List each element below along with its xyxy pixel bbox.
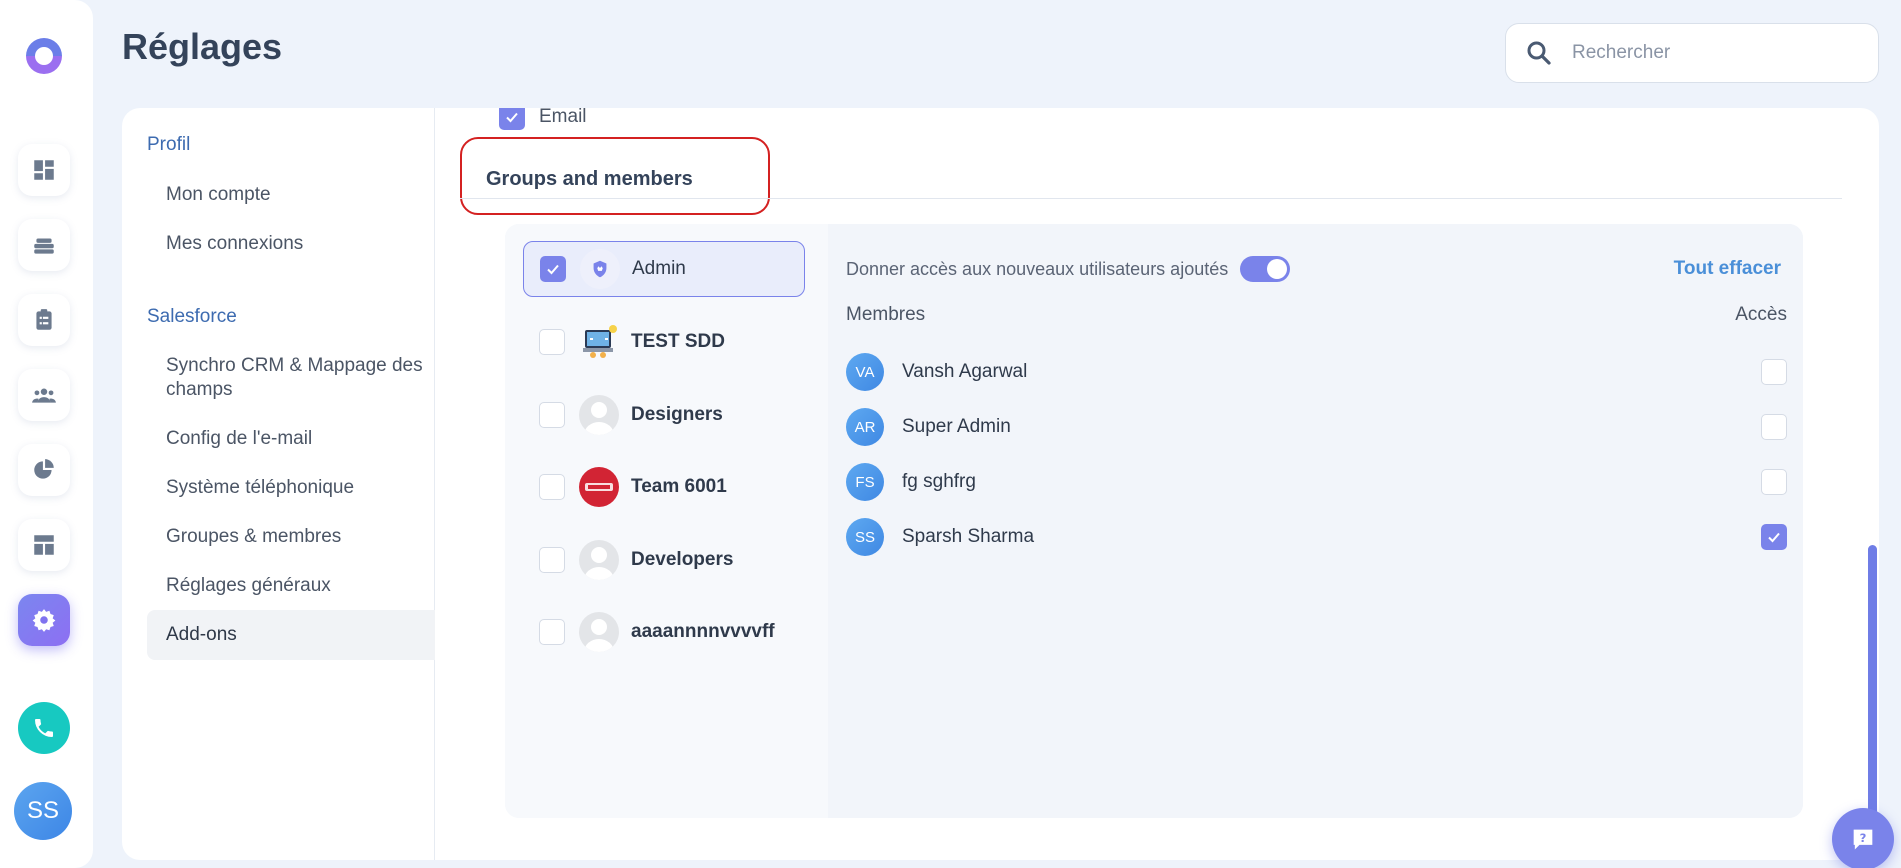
menu-item-groupes-membres[interactable]: Groupes & membres: [147, 525, 435, 549]
help-chat-icon: ?: [1853, 829, 1873, 850]
group-item-team-6001[interactable]: Team 6001: [523, 459, 805, 515]
member-access-checkbox[interactable]: [1761, 524, 1787, 550]
member-avatar: AR: [846, 408, 884, 446]
group-name: Developers: [631, 549, 734, 570]
member-row: SS Sparsh Sharma: [846, 517, 1787, 557]
menu-item-config-email[interactable]: Config de l'e-mail: [147, 427, 435, 451]
group-item-admin[interactable]: Admin: [523, 241, 805, 297]
group-name: TEST SDD: [631, 331, 725, 352]
group-name: Designers: [631, 404, 723, 425]
new-users-access-label: Donner accès aux nouveaux utilisateurs a…: [846, 258, 1229, 279]
team-icon[interactable]: [18, 369, 70, 421]
group-item-designers[interactable]: Designers: [523, 387, 805, 443]
member-avatar: VA: [846, 353, 884, 391]
shield-icon: [580, 249, 620, 289]
svg-text:?: ?: [1860, 831, 1867, 845]
check-icon: [547, 264, 559, 275]
member-name: Vansh Agarwal: [902, 361, 1028, 382]
new-users-access-row: Donner accès aux nouveaux utilisateurs a…: [846, 256, 1291, 282]
default-avatar-icon: [579, 612, 619, 652]
menu-section-profil: Profil: [147, 134, 191, 155]
default-avatar-icon: [579, 540, 619, 580]
group-checkbox[interactable]: [539, 329, 565, 355]
clear-all-link[interactable]: Tout effacer: [1674, 258, 1781, 280]
member-name: fg sghfrg: [902, 471, 976, 492]
menu-item-mes-connexions[interactable]: Mes connexions: [147, 232, 435, 256]
menu-item-systeme-telephonique[interactable]: Système téléphonique: [147, 476, 435, 500]
email-option: Email: [485, 108, 587, 130]
group-checkbox[interactable]: [540, 256, 566, 282]
pie-chart-icon[interactable]: [18, 444, 70, 496]
phone-icon: [35, 719, 53, 737]
menu-item-synchro-crm[interactable]: Synchro CRM & Mappage des champs: [147, 354, 435, 402]
settings-side-menu: Profil Mon compte Mes connexions Salesfo…: [122, 108, 435, 860]
email-checkbox[interactable]: [499, 108, 525, 130]
layout-icon[interactable]: [18, 519, 70, 571]
member-row: VA Vansh Agarwal: [846, 352, 1787, 392]
team-logo-icon: [579, 467, 619, 507]
member-access-checkbox[interactable]: [1761, 414, 1787, 440]
app-logo-icon[interactable]: [20, 32, 68, 80]
members-pane: Donner accès aux nouveaux utilisateurs a…: [828, 224, 1803, 818]
group-checkbox[interactable]: [539, 619, 565, 645]
menu-item-mon-compte[interactable]: Mon compte: [147, 183, 435, 207]
member-row: FS fg sghfrg: [846, 462, 1787, 502]
group-checkbox[interactable]: [539, 474, 565, 500]
member-avatar: FS: [846, 463, 884, 501]
group-item-aaaannnnvvvvff[interactable]: aaaannnnvvvvff: [523, 604, 805, 660]
access-header: Accès: [1735, 304, 1787, 325]
members-header: Membres: [846, 304, 926, 325]
user-avatar[interactable]: SS: [14, 782, 72, 840]
member-access-checkbox[interactable]: [1761, 359, 1787, 385]
settings-content: Email Groups and members Admin TEST SDD …: [435, 108, 1879, 860]
section-title: Groups and members: [486, 168, 693, 190]
member-access-checkbox[interactable]: [1761, 469, 1787, 495]
left-rail: SS: [0, 0, 93, 868]
member-row: AR Super Admin: [846, 407, 1787, 447]
help-chat-button[interactable]: ?: [1832, 808, 1894, 868]
check-icon: [506, 112, 518, 123]
member-name: Sparsh Sharma: [902, 526, 1035, 547]
group-name: aaaannnnvvvvff: [631, 621, 775, 642]
check-icon: [1768, 532, 1780, 543]
search-icon: [1527, 41, 1551, 65]
section-divider: [460, 198, 1842, 199]
default-avatar-icon: [579, 395, 619, 435]
search-input[interactable]: [1572, 42, 1852, 64]
settings-card: Profil Mon compte Mes connexions Salesfo…: [122, 108, 1879, 860]
search-box[interactable]: [1505, 23, 1879, 83]
member-name: Super Admin: [902, 416, 1011, 437]
page-title: Réglages: [122, 26, 283, 67]
menu-section-salesforce: Salesforce: [147, 306, 237, 327]
group-checkbox[interactable]: [539, 402, 565, 428]
new-users-access-toggle[interactable]: [1240, 256, 1291, 282]
group-name: Team 6001: [631, 476, 727, 497]
group-checkbox[interactable]: [539, 547, 565, 573]
group-name: Admin: [632, 258, 686, 279]
member-avatar: SS: [846, 518, 884, 556]
menu-item-add-ons[interactable]: Add-ons: [147, 610, 435, 660]
settings-icon[interactable]: [18, 594, 70, 646]
email-label: Email: [539, 108, 587, 127]
group-item-developers[interactable]: Developers: [523, 532, 805, 588]
page-scrollbar[interactable]: [1868, 545, 1877, 850]
menu-item-reglages-generaux[interactable]: Réglages généraux: [147, 574, 435, 598]
layers-icon[interactable]: [18, 219, 70, 271]
group-item-test-sdd[interactable]: TEST SDD: [523, 314, 805, 370]
phone-button[interactable]: [18, 702, 70, 754]
group-list: Admin TEST SDD Designers Team 6001 Devel…: [505, 224, 828, 818]
dashboard-icon[interactable]: [18, 144, 70, 196]
clipboard-icon[interactable]: [18, 294, 70, 346]
developer-icon: [579, 322, 619, 362]
groups-members-panel: Admin TEST SDD Designers Team 6001 Devel…: [505, 224, 1803, 818]
